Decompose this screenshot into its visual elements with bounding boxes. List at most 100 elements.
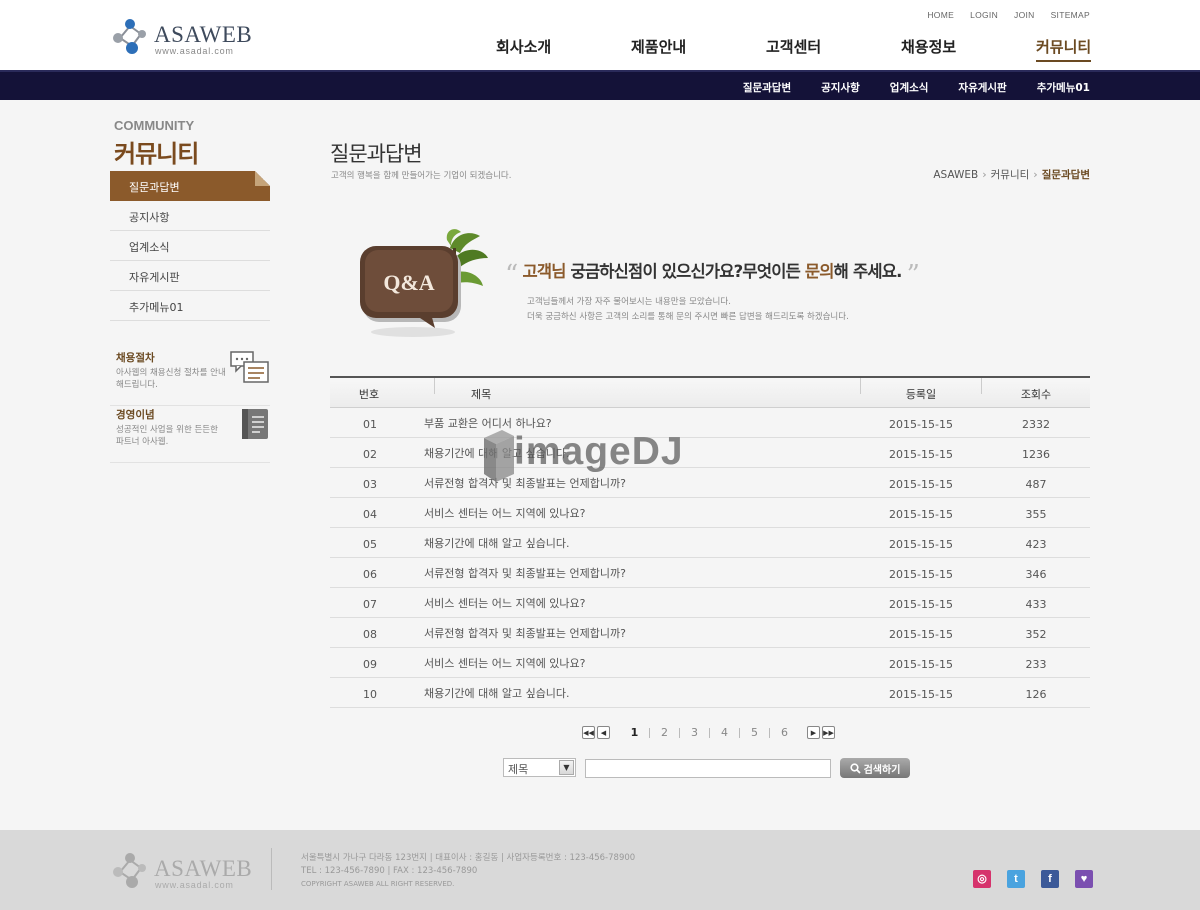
footer-logo-text: ASAWEB	[154, 856, 253, 881]
intro-highlight-2: 문의	[804, 262, 835, 281]
management-philosophy-banner[interactable]: 경영이념 성공적인 사업을 위한 든든한 파트너 아사웹.	[110, 407, 270, 463]
row-title-link[interactable]: 서비스 센터는 어느 지역에 있나요?	[410, 655, 860, 671]
site-logo[interactable]: ASAWEB www.asadal.com	[110, 16, 252, 58]
nav-products[interactable]: 제품안내	[631, 36, 766, 62]
sidebar-item-free-board[interactable]: 자유게시판	[110, 261, 270, 291]
page-3[interactable]: 3	[680, 726, 709, 739]
table-row[interactable]: 09 서비스 센터는 어느 지역에 있나요? 2015-15-15 233	[330, 648, 1090, 678]
row-views: 2332	[1022, 418, 1050, 431]
search-button[interactable]: 검색하기	[840, 758, 910, 778]
row-views: 233	[1025, 658, 1047, 671]
sidebar-item-extra[interactable]: 추가메뉴01	[110, 291, 270, 321]
row-views: 1236	[1022, 448, 1050, 461]
table-row[interactable]: 04 서비스 센터는 어느 지역에 있나요? 2015-15-15 355	[330, 498, 1090, 528]
row-views: 355	[1025, 508, 1047, 521]
first-page-icon[interactable]: ◀◀	[582, 726, 595, 739]
sidebar-item-qna[interactable]: 질문과답변	[110, 171, 270, 201]
table-row[interactable]: 07 서비스 센터는 어느 지역에 있나요? 2015-15-15 433	[330, 588, 1090, 618]
row-number: 07	[363, 598, 377, 611]
instagram-icon[interactable]: ◎	[973, 870, 991, 888]
nav-company[interactable]: 회사소개	[496, 36, 631, 62]
molecule-logo-icon	[113, 19, 146, 54]
twitter-icon[interactable]: t	[1007, 870, 1025, 888]
row-title-link[interactable]: 채용기간에 대해 알고 싶습니다.	[410, 535, 860, 551]
row-date: 2015-15-15	[889, 508, 953, 521]
row-views: 352	[1025, 628, 1047, 641]
sidebar-item-news[interactable]: 업계소식	[110, 231, 270, 261]
checklist-icon	[230, 351, 269, 383]
subnav-free-board[interactable]: 자유게시판	[958, 80, 1006, 95]
search-input[interactable]	[585, 759, 831, 778]
sidebar-item-notice[interactable]: 공지사항	[110, 201, 270, 231]
page-4[interactable]: 4	[710, 726, 739, 739]
sub-nav-bar: 질문과답변 공지사항 업계소식 자유게시판 추가메뉴01	[0, 70, 1200, 100]
table-row[interactable]: 05 채용기간에 대해 알고 싶습니다. 2015-15-15 423	[330, 528, 1090, 558]
breadcrumb-section[interactable]: 커뮤니티	[991, 167, 1030, 182]
prev-page-icon[interactable]: ◀	[597, 726, 610, 739]
sidebar-eng-title: COMMUNITY	[114, 118, 195, 133]
row-date: 2015-15-15	[889, 448, 953, 461]
sub-nav: 질문과답변 공지사항 업계소식 자유게시판 추가메뉴01	[743, 80, 1090, 95]
page-6[interactable]: 6	[770, 726, 799, 739]
subnav-extra[interactable]: 추가메뉴01	[1037, 80, 1090, 95]
home-link[interactable]: HOME	[927, 10, 954, 20]
next-page-icon[interactable]: ▶	[807, 726, 820, 739]
page-5[interactable]: 5	[740, 726, 769, 739]
row-views: 346	[1025, 568, 1047, 581]
row-date: 2015-15-15	[889, 598, 953, 611]
search-field-select[interactable]: 제목 ▼	[503, 758, 576, 777]
col-date: 등록일	[905, 388, 937, 401]
row-date: 2015-15-15	[889, 418, 953, 431]
page-1[interactable]: 1	[620, 726, 649, 739]
page-2[interactable]: 2	[650, 726, 679, 739]
search-select-value: 제목	[508, 763, 529, 776]
nav-careers[interactable]: 채용정보	[901, 36, 1036, 62]
table-row[interactable]: 10 채용기간에 대해 알고 싶습니다. 2015-15-15 126	[330, 678, 1090, 708]
sidebar-menu: 질문과답변 공지사항 업계소식 자유게시판 추가메뉴01	[110, 171, 270, 321]
footer-contact: TEL : 123-456-7890 | FAX : 123-456-7890	[301, 866, 478, 876]
header-divider	[434, 378, 435, 394]
row-date: 2015-15-15	[889, 688, 953, 701]
subnav-notice[interactable]: 공지사항	[821, 80, 860, 95]
table-row[interactable]: 08 서류전형 합격자 및 최종발표는 언제합니까? 2015-15-15 352	[330, 618, 1090, 648]
header-divider	[860, 378, 861, 394]
row-title-link[interactable]: 채용기간에 대해 알고 싶습니다.	[410, 685, 860, 701]
chevron-down-icon[interactable]: ▼	[559, 760, 574, 775]
nav-support[interactable]: 고객센터	[766, 36, 901, 62]
login-link[interactable]: LOGIN	[970, 10, 998, 20]
row-views: 126	[1025, 688, 1047, 701]
header: ASAWEB www.asadal.com HOME LOGIN JOIN SI…	[0, 0, 1200, 70]
col-number: 번호	[358, 388, 380, 401]
row-views: 433	[1025, 598, 1047, 611]
row-number: 03	[363, 478, 377, 491]
intro-desc-line-1: 고객님들께서 가장 자주 물어보시는 내용만을 모았습니다.	[527, 297, 731, 307]
row-title-link[interactable]: 서류전형 합격자 및 최종발표는 언제합니까?	[410, 625, 860, 641]
row-title-link[interactable]: 서비스 센터는 어느 지역에 있나요?	[410, 505, 860, 521]
molecule-logo-icon	[113, 853, 146, 888]
table-row[interactable]: 06 서류전형 합격자 및 최종발표는 언제합니까? 2015-15-15 346	[330, 558, 1090, 588]
logo-url: www.asadal.com	[155, 46, 234, 56]
watermark-text: imageDJ	[514, 430, 684, 473]
last-page-icon[interactable]: ▶▶	[822, 726, 835, 739]
nav-community[interactable]: 커뮤니티	[1036, 36, 1092, 62]
footer-address: 서울특별시 가나구 다라동 123번지 | 대표이사 : 홍길동 | 사업자등록…	[301, 853, 636, 863]
footer-info: 서울특별시 가나구 다라동 123번지 | 대표이사 : 홍길동 | 사업자등록…	[301, 852, 635, 891]
join-link[interactable]: JOIN	[1014, 10, 1035, 20]
blog-icon[interactable]: ♥	[1075, 870, 1093, 888]
page-subtitle: 고객의 행복을 함께 만들어가는 기업이 되겠습니다.	[331, 171, 512, 181]
chevron-right-icon: ›	[982, 168, 987, 181]
col-views: 조회수	[1020, 388, 1052, 401]
subnav-qna[interactable]: 질문과답변	[743, 80, 791, 95]
banner-desc: 성공적인 사업을 위한 든든한 파트너 아사웹.	[116, 425, 218, 447]
sitemap-link[interactable]: SITEMAP	[1051, 10, 1090, 20]
row-date: 2015-15-15	[889, 658, 953, 671]
row-views: 423	[1025, 538, 1047, 551]
intro-highlight-1: 고객님	[522, 262, 566, 281]
recruit-process-banner[interactable]: 채용절차 아사웹의 채용신청 절차를 안내해드립니다.	[110, 350, 270, 406]
facebook-icon[interactable]: f	[1041, 870, 1059, 888]
breadcrumb-home[interactable]: ASAWEB	[933, 169, 978, 181]
row-title-link[interactable]: 서비스 센터는 어느 지역에 있나요?	[410, 595, 860, 611]
subnav-news[interactable]: 업계소식	[890, 80, 929, 95]
row-title-link[interactable]: 서류전형 합격자 및 최종발표는 언제합니까?	[410, 565, 860, 581]
search-icon	[849, 762, 861, 774]
